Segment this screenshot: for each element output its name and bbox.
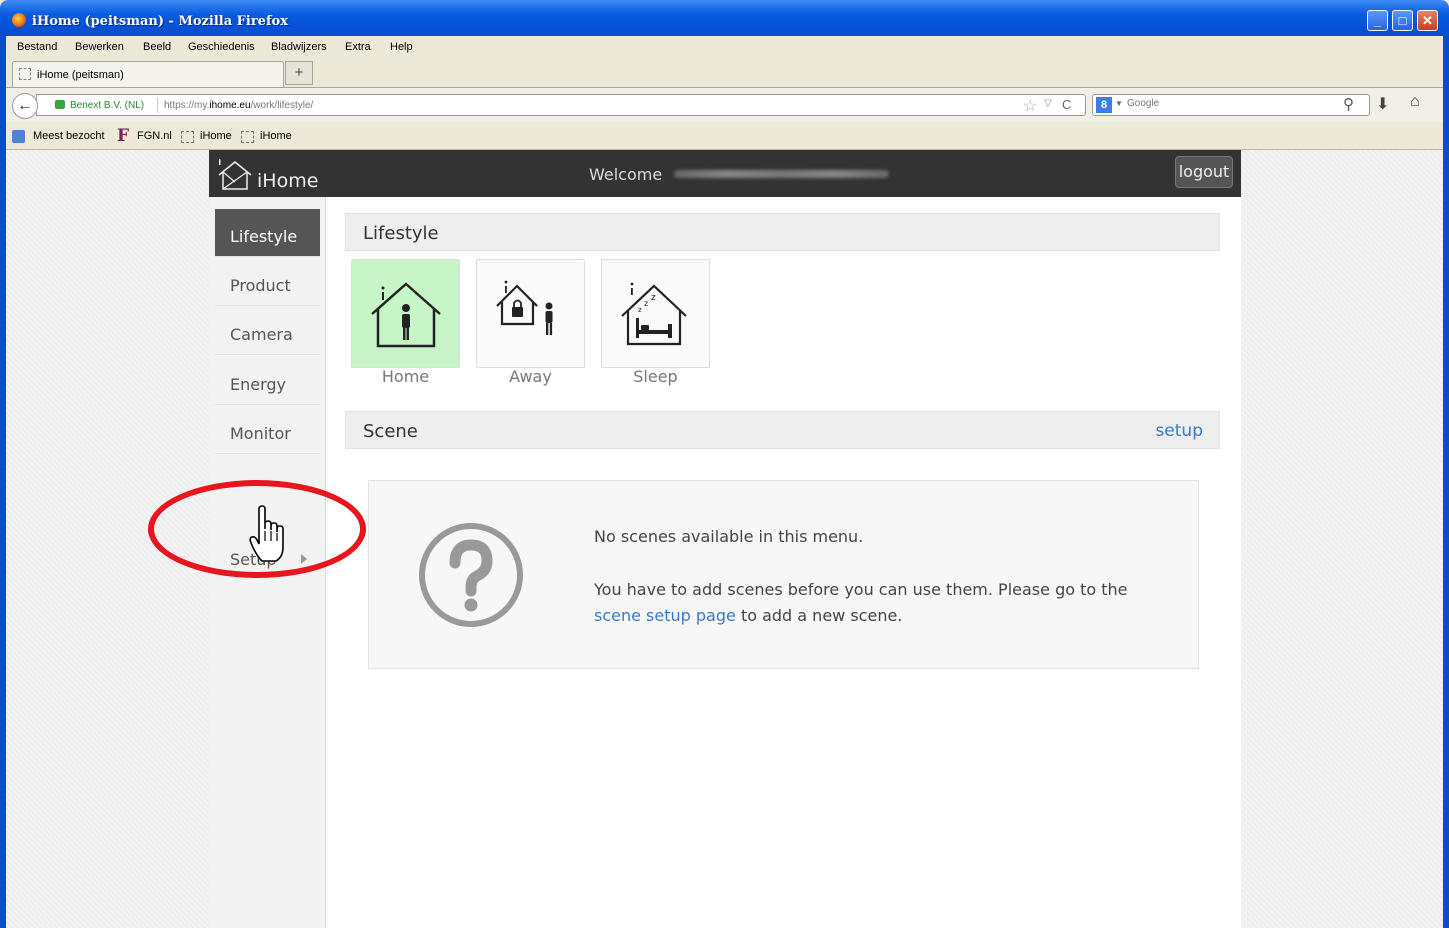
tab-ihome[interactable]: iHome (peitsman): [12, 61, 284, 87]
empty-scenes-panel: No scenes available in this menu. You ha…: [368, 480, 1199, 669]
bookmarks-toolbar: Meest bezocht F FGN.nl iHome iHome: [6, 122, 1443, 150]
lifestyle-header: Lifestyle: [345, 213, 1220, 251]
hand-cursor-icon: [249, 505, 284, 562]
sidebar-item-monitor[interactable]: Monitor: [215, 406, 320, 454]
window-title: iHome (peitsman) - Mozilla Firefox: [32, 14, 288, 29]
welcome-text: Welcome: [589, 165, 663, 184]
back-button[interactable]: ←: [12, 93, 38, 119]
lock-icon: [55, 100, 65, 109]
svg-text:z: z: [638, 306, 642, 314]
empty-message-title: No scenes available in this menu.: [594, 527, 864, 546]
bookmark-favicon-icon: [241, 131, 254, 143]
lifestyle-label-away: Away: [509, 367, 552, 386]
away-lock-icon: [496, 280, 553, 335]
url-separator: [157, 98, 158, 113]
lifestyle-title: Lifestyle: [363, 223, 439, 244]
bookmark-favicon-icon: [181, 131, 194, 143]
bookmark-ihome-1[interactable]: iHome: [200, 130, 232, 142]
search-engine-dropdown-icon[interactable]: ▼: [1115, 99, 1123, 108]
new-tab-button[interactable]: +: [285, 61, 313, 85]
close-button[interactable]: ✕: [1417, 10, 1438, 31]
lifestyle-label-home: Home: [381, 367, 430, 386]
sidebar-item-product[interactable]: Product: [215, 258, 320, 306]
tab-bar: iHome (peitsman) +: [6, 58, 1443, 88]
most-visited-icon: [12, 130, 25, 143]
downloads-arrow-icon[interactable]: ⬇: [1376, 94, 1389, 114]
lifestyle-tile-away[interactable]: [476, 259, 585, 368]
lifestyle-label-sleep: Sleep: [633, 367, 678, 386]
search-input[interactable]: [1127, 98, 1317, 109]
minimize-button[interactable]: _: [1367, 10, 1388, 31]
menu-help[interactable]: Help: [390, 41, 413, 53]
menu-extra[interactable]: Extra: [345, 41, 371, 53]
sidebar-item-camera[interactable]: Camera: [215, 307, 320, 355]
search-bar[interactable]: 8 ▼ ⚲: [1092, 94, 1370, 116]
menu-geschiedenis[interactable]: Geschiedenis: [188, 41, 255, 53]
bookmark-ihome-2[interactable]: iHome: [260, 130, 292, 142]
logout-button[interactable]: logout: [1175, 156, 1233, 188]
lifestyle-tile-home[interactable]: [351, 259, 460, 368]
menu-bladwijzers[interactable]: Bladwijzers: [271, 41, 327, 53]
sidebar-item-energy[interactable]: Energy: [215, 357, 320, 405]
sleep-bed-icon: z z z: [621, 282, 687, 346]
svg-text:z: z: [644, 299, 648, 308]
reload-icon[interactable]: C: [1062, 97, 1071, 112]
tab-label: iHome (peitsman): [37, 69, 124, 81]
bookmark-fgn[interactable]: FGN.nl: [137, 130, 172, 142]
menu-bewerken[interactable]: Bewerken: [75, 41, 124, 53]
home-person-icon: [371, 282, 441, 348]
bookmark-meest-bezocht[interactable]: Meest bezocht: [33, 130, 105, 142]
main-content: Lifestyle Home Away z z z Sleep Scene se…: [326, 197, 1241, 928]
ihome-logo-icon: [218, 159, 252, 190]
lifestyle-tile-sleep[interactable]: z z z: [601, 259, 710, 368]
scene-setup-link[interactable]: setup: [1155, 421, 1203, 441]
fgn-logo-icon: F: [117, 126, 130, 146]
home-icon[interactable]: ⌂: [1410, 93, 1420, 111]
search-magnifier-icon[interactable]: ⚲: [1343, 95, 1354, 113]
empty-message-body: You have to add scenes before you can us…: [594, 580, 1128, 625]
menu-beeld[interactable]: Beeld: [143, 41, 171, 53]
app-header: iHome Welcome logout: [209, 150, 1241, 197]
svg-text:z: z: [651, 293, 656, 303]
question-mark-icon: [419, 523, 523, 627]
url-bar[interactable]: Benext B.V. (NL) https://my.ihome.eu/wor…: [36, 94, 1086, 116]
navigation-toolbar: Benext B.V. (NL) https://my.ihome.eu/wor…: [6, 88, 1443, 122]
page-favicon-icon: [19, 68, 31, 80]
menubar: Bestand Bewerken Beeld Geschiedenis Blad…: [6, 36, 1443, 58]
maximize-button[interactable]: □: [1392, 10, 1413, 31]
url-text[interactable]: https://my.ihome.eu/work/lifestyle/: [164, 100, 313, 111]
menu-bestand[interactable]: Bestand: [17, 41, 57, 53]
redacted-username: [674, 170, 889, 178]
window-titlebar: iHome (peitsman) - Mozilla Firefox _ □ ✕: [0, 0, 1449, 36]
site-identity[interactable]: Benext B.V. (NL): [70, 100, 144, 111]
firefox-icon: [12, 13, 26, 27]
url-dropdown-icon[interactable]: ▽: [1044, 98, 1052, 109]
scene-header: Scene setup: [345, 411, 1220, 449]
google-search-engine-icon[interactable]: 8: [1096, 97, 1112, 113]
scene-setup-page-link[interactable]: scene setup page: [594, 606, 736, 625]
bookmark-star-icon[interactable]: ☆: [1023, 96, 1037, 116]
ihome-app: iHome Welcome logout Lifestyle Product C…: [209, 150, 1241, 928]
sidebar-item-lifestyle[interactable]: Lifestyle: [215, 209, 320, 257]
scene-title: Scene: [363, 421, 418, 442]
app-logo-text[interactable]: iHome: [257, 170, 318, 192]
